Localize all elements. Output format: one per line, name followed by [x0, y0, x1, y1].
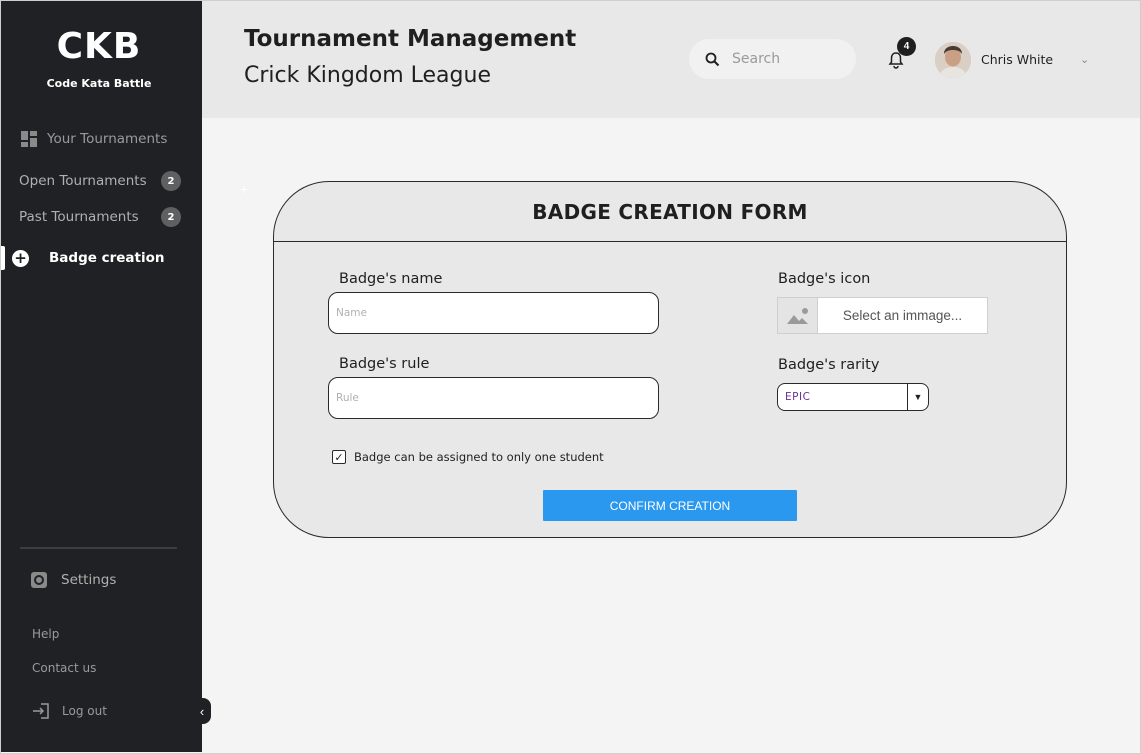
chevron-left-icon: ‹ [199, 703, 205, 719]
user-name[interactable]: Chris White [981, 52, 1053, 67]
active-indicator [1, 246, 5, 270]
page-title: Tournament Management [244, 26, 577, 52]
help-link[interactable]: Help [32, 627, 59, 641]
search-input[interactable]: Search [689, 39, 856, 79]
sidebar-item-label: Past Tournaments [19, 209, 139, 225]
sidebar-item-badge-creation[interactable]: + Badge creation [1, 246, 202, 270]
sidebar-item-settings[interactable]: Settings [31, 572, 116, 588]
notification-badge: 4 [897, 37, 916, 56]
contact-link[interactable]: Contact us [32, 661, 96, 675]
sidebar-item-label: Open Tournaments [19, 173, 147, 189]
badge-rule-label: Badge's rule [339, 356, 430, 372]
badge-name-label: Badge's name [339, 271, 443, 287]
badge-rule-input[interactable]: Rule [328, 377, 659, 419]
avatar-image [935, 42, 971, 78]
sidebar-item-past-tournaments[interactable]: Past Tournaments 2 [19, 207, 181, 227]
chevron-down-icon[interactable]: ⌄ [1080, 53, 1089, 66]
sidebar-section-label: Your Tournaments [47, 131, 168, 147]
count-badge: 2 [161, 207, 181, 227]
rarity-select[interactable]: EPIC ▼ [777, 383, 929, 411]
image-picker[interactable]: Select an immage... [777, 297, 988, 334]
badge-rarity-label: Badge's rarity [778, 357, 880, 373]
badge-rule-placeholder: Rule [336, 392, 359, 404]
sidebar-item-label: Badge creation [49, 250, 165, 266]
badge-creation-form: BADGE CREATION FORM Badge's name Name Ba… [273, 181, 1067, 538]
header: Tournament Management Crick Kingdom Leag… [202, 1, 1140, 118]
gear-icon [31, 572, 47, 588]
logout-icon [33, 703, 49, 719]
logout-label: Log out [62, 704, 107, 718]
avatar[interactable] [935, 42, 971, 78]
image-picker-placeholder: Select an immage... [842, 308, 963, 323]
checkbox-label: Badge can be assigned to only one studen… [354, 450, 604, 464]
checkbox[interactable]: ✓ [332, 450, 346, 464]
single-student-checkbox-row[interactable]: ✓ Badge can be assigned to only one stud… [332, 450, 604, 464]
collapse-sidebar-button[interactable]: ‹ [193, 698, 211, 724]
count-badge: 2 [161, 171, 181, 191]
app-logo: CKB [56, 26, 142, 67]
confirm-creation-button[interactable]: CONFIRM CREATION [543, 490, 797, 521]
search-icon [705, 52, 720, 66]
dropdown-arrow-icon[interactable]: ▼ [907, 384, 928, 410]
sidebar: CKB Code Kata Battle Your Tournaments Op… [1, 1, 202, 752]
badge-icon-label: Badge's icon [778, 271, 871, 287]
sidebar-section-your-tournaments[interactable]: Your Tournaments [21, 131, 167, 147]
dashboard-icon [21, 131, 37, 147]
rarity-selected-value: EPIC [785, 391, 811, 403]
page-subtitle: Crick Kingdom League [244, 63, 491, 88]
badge-name-input[interactable]: Name [328, 292, 659, 334]
sidebar-item-open-tournaments[interactable]: Open Tournaments 2 [19, 171, 181, 191]
form-title: BADGE CREATION FORM [274, 182, 1066, 242]
app-logo-subtitle: Code Kata Battle [46, 77, 152, 90]
sidebar-divider [20, 547, 177, 549]
badge-name-placeholder: Name [336, 307, 367, 319]
plus-icon: + [240, 181, 249, 197]
image-icon [778, 298, 818, 333]
settings-label: Settings [61, 572, 117, 588]
search-placeholder: Search [732, 51, 781, 67]
plus-circle-icon: + [12, 249, 29, 267]
logout-link[interactable]: Log out [32, 703, 107, 719]
